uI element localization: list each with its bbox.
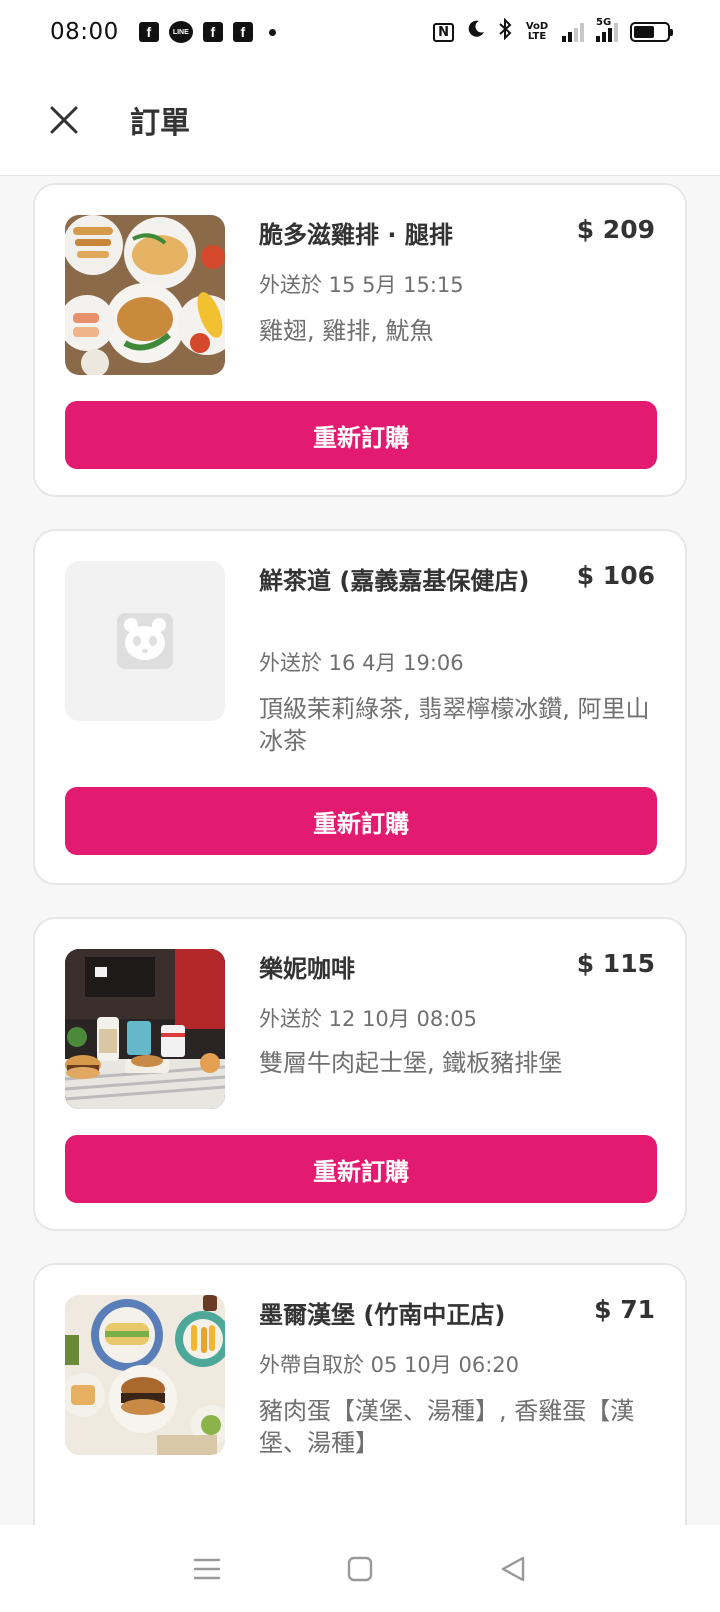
facebook-icon: f [232,22,253,42]
order-items: 頂級茉莉綠茶, 翡翠檸檬冰鑽, 阿里山冰茶 [259,695,650,755]
recent-apps-button[interactable] [177,1539,237,1599]
order-card[interactable]: 脆多滋雞排 · 腿排 $ 209 外送於 15 5月 15:15 雞翅, 雞排,… [33,183,687,497]
orders-list[interactable]: 脆多滋雞排 · 腿排 $ 209 外送於 15 5月 15:15 雞翅, 雞排,… [0,177,720,1525]
order-date: 外送於 15 5月 15:15 [259,273,464,297]
order-card[interactable]: 鮮茶道 (嘉義嘉基保健店) $ 106 外送於 16 4月 19:06 頂級茉莉… [33,529,687,885]
vendor-image-placeholder [65,561,225,721]
facebook-icon: f [202,22,223,42]
vendor-image-fried-chicken [65,215,225,375]
reorder-button[interactable]: 重新訂購 [65,1135,657,1203]
order-date: 外帶自取於 05 10月 06:20 [259,1353,519,1377]
menu-icon [193,1558,220,1579]
volte-icon: VoD LTE [525,21,549,42]
close-button[interactable] [34,90,94,150]
page-title: 訂單 [130,105,190,141]
header: 訂單 [0,64,720,176]
vendor-name: 樂妮咖啡 [259,955,355,983]
status-bar: 08:00 f LINE f f N VoD LTE 5G [0,0,720,64]
home-button[interactable] [330,1539,390,1599]
battery-level [634,26,654,38]
mobile-network-icon: 5G [596,18,618,42]
order-date: 外送於 16 4月 19:06 [259,651,464,675]
order-items: 豬肉蛋【漢堡、湯種】, 香雞蛋【漢堡、湯種】 [259,1397,635,1457]
order-card[interactable]: 墨爾漢堡 (竹南中正店) $ 71 外帶自取於 05 10月 06:20 豬肉蛋… [33,1263,687,1525]
moon-icon [466,19,486,45]
order-card[interactable]: 樂妮咖啡 $ 115 外送於 12 10月 08:05 雙層牛肉起士堡, 鐵板豬… [33,917,687,1231]
notification-dot-icon [268,28,276,36]
vendor-name: 脆多滋雞排 · 腿排 [259,221,453,249]
reorder-button[interactable]: 重新訂購 [65,787,657,855]
status-right: N VoD LTE 5G [433,17,673,46]
system-nav-bar [0,1525,720,1612]
vendor-name: 墨爾漢堡 (竹南中正店) [259,1301,506,1329]
back-icon [502,1556,525,1581]
battery-icon [630,22,673,42]
order-price: $ 71 [594,1295,655,1324]
back-button[interactable] [483,1539,543,1599]
signal-strength-icon [562,22,584,42]
bluetooth-icon [498,17,512,46]
home-icon [347,1556,373,1581]
reorder-button[interactable]: 重新訂購 [65,401,657,469]
order-price: $ 106 [576,561,655,590]
order-items: 雞翅, 雞排, 魷魚 [259,317,434,345]
close-icon [50,106,78,133]
panda-placeholder-icon [117,613,173,669]
status-time: 08:00 [50,19,119,45]
line-icon: LINE [168,21,193,43]
vendor-image-burger-cafe [65,949,225,1109]
order-price: $ 115 [576,949,655,978]
order-price: $ 209 [576,215,655,244]
order-items: 雙層牛肉起士堡, 鐵板豬排堡 [259,1049,563,1077]
order-date: 外送於 12 10月 08:05 [259,1007,477,1031]
facebook-icon: f [138,22,159,42]
vendor-name: 鮮茶道 (嘉義嘉基保健店) [259,567,530,595]
vendor-image-breakfast [65,1295,225,1455]
nfc-icon: N [433,22,454,42]
status-left: 08:00 f LINE f f [50,19,276,45]
